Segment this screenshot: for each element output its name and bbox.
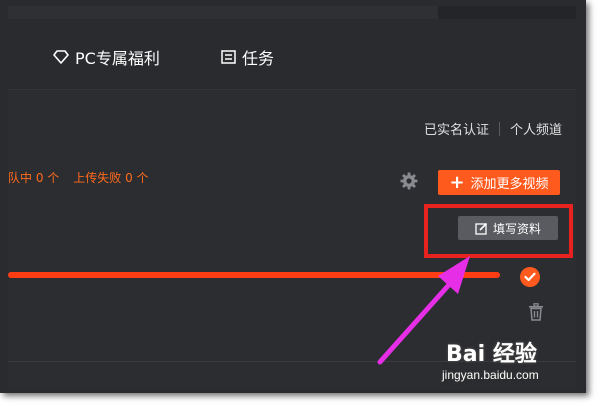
verified-link[interactable]: 已实名认证	[424, 119, 489, 138]
watermark-logo: Bai 经验	[446, 342, 537, 367]
top-strip	[8, 6, 576, 20]
check-icon	[520, 267, 540, 287]
top-bar-edge	[8, 6, 438, 20]
upload-progress-bar	[8, 272, 500, 278]
link-divider	[498, 121, 500, 136]
failed-count: 上传失败 0 个	[73, 171, 149, 185]
fill-info-label: 填写资料	[492, 221, 541, 236]
upload-status: 队中 0 个 上传失败 0 个	[8, 169, 149, 186]
nav-tasks[interactable]: 任务	[221, 45, 274, 69]
add-more-videos-button[interactable]: + 添加更多视频	[438, 170, 560, 195]
fill-info-button[interactable]: 填写资料	[458, 216, 558, 240]
edit-icon	[475, 222, 488, 235]
account-links: 已实名认证 个人频道	[424, 119, 562, 138]
upload-page: PC专属福利 任务 已实名认证 个人频道 队中 0 个 上传失败 0 个 + 添…	[8, 6, 576, 389]
plus-icon: +	[449, 171, 465, 193]
trash-icon[interactable]	[528, 303, 544, 321]
nav-tasks-label: 任务	[242, 49, 275, 68]
gear-icon[interactable]	[400, 172, 418, 190]
personal-channel-link[interactable]: 个人频道	[510, 119, 562, 138]
add-more-videos-label: 添加更多视频	[470, 177, 549, 192]
uploading-count: 队中 0 个	[8, 171, 60, 185]
nav-divider	[8, 89, 576, 90]
nav-pc-benefits-label: PC专属福利	[75, 49, 160, 68]
baidu-jingyan-watermark: Bai 经验 jingyan.baidu.com	[440, 334, 580, 394]
nav-pc-benefits[interactable]: PC专属福利	[53, 45, 160, 69]
diamond-icon	[53, 50, 69, 64]
top-navigation: PC专属福利 任务	[8, 19, 576, 89]
task-list-icon	[221, 50, 236, 64]
watermark-url: jingyan.baidu.com	[442, 368, 539, 382]
